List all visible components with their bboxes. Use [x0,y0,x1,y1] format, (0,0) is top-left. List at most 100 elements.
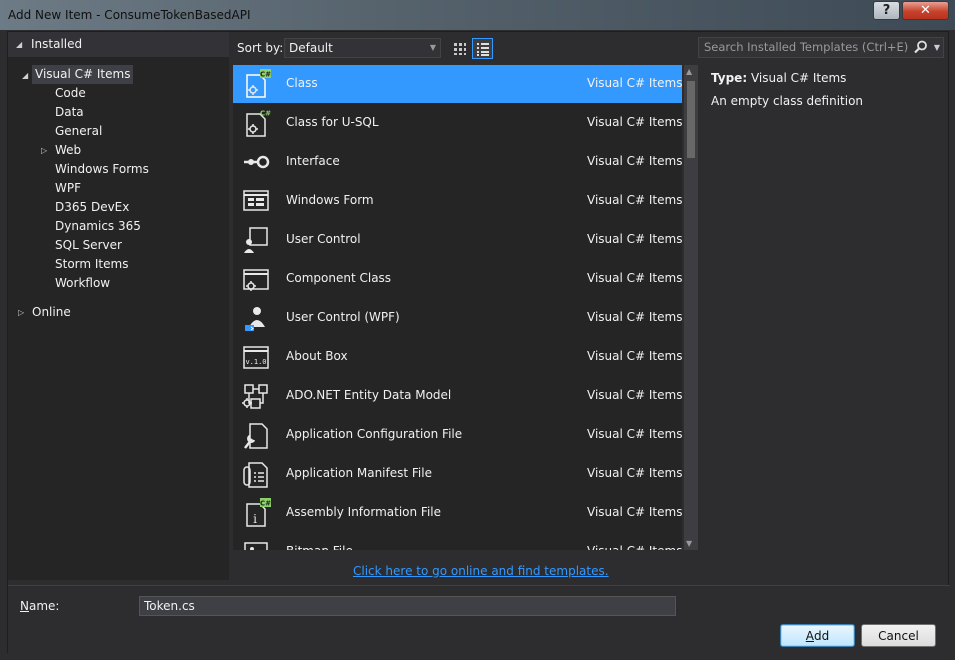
list-view-button[interactable] [472,38,493,59]
svg-text:C#: C# [260,110,271,118]
item-name: Windows Form [286,193,374,207]
type-value: Visual C# Items [750,71,847,85]
item-category: Visual C# Items [587,232,682,246]
cancel-button[interactable]: Cancel [861,624,936,647]
item-name: Class [286,76,318,90]
list-item[interactable]: User Control Visual C# Items [233,221,682,259]
name-label-accesskey: N [20,599,29,613]
scroll-thumb[interactable] [687,81,695,158]
list-item[interactable]: C# Class for U-SQL Visual C# Items [233,104,682,142]
list-item[interactable]: Application Manifest File Visual C# Items [233,455,682,493]
item-category: Visual C# Items [587,271,682,285]
tree-item-sql-server[interactable]: SQL Server [55,236,122,255]
component-class-icon [243,269,269,291]
tree-item-visual-csharp[interactable]: Visual C# Items [32,65,134,84]
assembly-info-icon: iC# [246,498,271,527]
item-category: Visual C# Items [587,505,682,519]
tree-header-installed[interactable]: ◢ Installed [8,32,229,57]
list-item[interactable]: i C# Assembly Information File Visual C# It… [233,494,682,532]
tree-item-workflow[interactable]: Workflow [55,274,110,293]
item-category: Visual C# Items [587,76,682,90]
user-control-icon [244,227,268,253]
item-name: Component Class [286,271,392,285]
help-icon: ? [882,3,891,18]
windows-form-icon [243,190,269,211]
item-category: Visual C# Items [587,115,682,129]
expanded-caret-icon[interactable]: ◢ [22,71,28,80]
item-name: User Control [286,232,361,246]
item-name: About Box [286,349,348,363]
item-category: Visual C# Items [587,310,682,324]
class-icon: C# [246,69,271,98]
sort-dropdown[interactable]: Default ▼ [284,38,441,58]
item-category: Visual C# Items [587,544,682,550]
tree-item-installed: Installed [31,37,83,51]
name-field[interactable] [139,596,676,616]
item-category: Visual C# Items [587,466,682,480]
add-label-text: dd [813,628,830,643]
window-title: Add New Item - ConsumeTokenBasedAPI [8,8,251,22]
list-item[interactable]: C# Class Visual C# Items [233,65,682,103]
online-templates-link[interactable]: Click here to go online and find templat… [353,564,609,578]
dropdown-arrow-icon: ▼ [429,43,436,52]
search-input[interactable]: Search Installed Templates (Ctrl+E) ▼ [698,37,944,58]
scroll-down-icon[interactable]: ▼ [686,539,692,548]
tree-item-windows-forms[interactable]: Windows Forms [55,160,149,179]
tree-item-data[interactable]: Data [55,103,84,122]
tree-item-code[interactable]: Code [55,84,86,103]
item-name: Assembly Information File [286,505,442,519]
item-name: ADO.NET Entity Data Model [286,388,452,402]
grid-view-button[interactable] [449,38,470,59]
item-name: Interface [286,154,340,168]
list-item[interactable]: Interface Visual C# Items [233,143,682,181]
bottom-panel: Name: Add Cancel [8,585,950,654]
bitmap-file-icon [244,542,268,550]
details-panel: Type: Visual C# Items An empty class def… [711,71,941,108]
add-button[interactable]: Add [780,624,855,647]
svg-text:C#: C# [260,500,271,508]
list-item[interactable]: User Control (WPF) Visual C# Items [233,299,682,337]
name-label-text: ame: [28,599,60,613]
sort-value: Default [289,41,333,55]
close-button[interactable]: ✕ [902,1,949,20]
list-scrollbar[interactable]: ▲ ▼ [684,65,698,550]
tree-item-wpf[interactable]: WPF [55,179,81,198]
scroll-up-icon[interactable]: ▲ [686,67,692,76]
item-category: Visual C# Items [587,349,682,363]
item-category: Visual C# Items [587,388,682,402]
svg-text:i: i [253,512,257,526]
help-button[interactable]: ? [873,1,900,20]
list-item[interactable]: ADO.NET Entity Data Model Visual C# Items [233,377,682,415]
item-category: Visual C# Items [587,427,682,441]
title-bar: Add New Item - ConsumeTokenBasedAPI ? ✕ [0,0,955,30]
config-file-icon [244,423,268,449]
category-tree: ◢ Installed ◢ Visual C# Items Code Data Ge… [8,32,229,580]
search-icon[interactable] [914,40,928,54]
details-type: Type: Visual C# Items [711,71,941,89]
about-box-icon: v.1.0 [243,346,269,369]
name-label: Name: [20,599,59,613]
list-item[interactable]: Application Configuration File Visual C# … [233,416,682,454]
list-item[interactable]: Component Class Visual C# Items [233,260,682,298]
details-description: An empty class definition [711,94,864,108]
grid-view-icon [453,42,466,55]
list-item[interactable]: Windows Form Visual C# Items [233,182,682,220]
usql-class-icon: C# [246,110,271,137]
tree-item-general[interactable]: General [55,122,102,141]
dialog-body: ◢ Installed ◢ Visual C# Items Code Data Ge… [7,31,950,654]
tree-item-web[interactable]: Web [55,141,81,160]
tree-item-dynamics-365[interactable]: Dynamics 365 [55,217,141,236]
list-item[interactable]: v.1.0 About Box Visual C# Items [233,338,682,376]
item-name: Bitmap File [286,544,353,550]
tree-item-storm-items[interactable]: Storm Items [55,255,128,274]
collapsed-caret-icon[interactable]: ▷ [41,146,47,155]
tree-item-online[interactable]: Online [32,303,71,322]
item-category: Visual C# Items [587,193,682,207]
item-name: Application Configuration File [286,427,463,441]
tree-item-d365-devex[interactable]: D365 DevEx [55,198,129,217]
close-icon: ✕ [920,3,931,18]
list-item[interactable]: Bitmap File Visual C# Items [233,533,682,550]
search-options-caret-icon[interactable]: ▼ [934,38,940,57]
collapsed-caret-icon[interactable]: ▷ [18,308,24,317]
entity-model-icon [242,384,268,409]
